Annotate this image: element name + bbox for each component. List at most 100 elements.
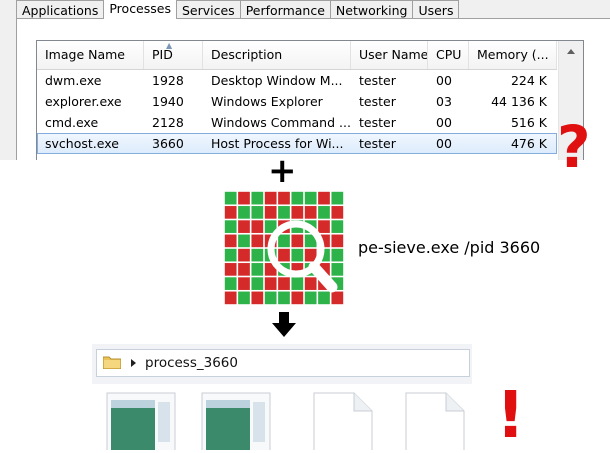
task-manager-window: Applications Processes Services Performa… — [0, 0, 610, 160]
exclamation-mark: ! — [496, 379, 526, 453]
grid-cell — [331, 263, 344, 276]
grid-cell — [331, 191, 344, 205]
cell-pid: 1940 — [152, 94, 184, 109]
cell-user-name: tester — [359, 94, 396, 109]
pe-sieve-command: pe-sieve.exe /pid 3660 — [358, 238, 541, 257]
grid-cell — [264, 291, 277, 305]
grid-cell — [278, 191, 290, 205]
grid-cell — [251, 206, 264, 219]
grid-cell — [251, 277, 264, 290]
grid-cell — [278, 206, 290, 219]
table-row-selected[interactable]: svchost.exe 3660 Host Process for Wi... … — [37, 133, 557, 154]
grid-cell — [224, 191, 237, 205]
table-row[interactable]: dwm.exe 1928 Desktop Window M... tester … — [37, 70, 557, 91]
cell-description: Desktop Window M... — [211, 73, 343, 88]
tab-strip: Applications Processes Services Performa… — [16, 0, 460, 19]
grid-cell — [304, 277, 317, 290]
grid-cell — [331, 220, 344, 233]
grid-cell — [251, 248, 264, 262]
grid-cell — [251, 234, 264, 248]
address-bar[interactable]: process_3660 — [96, 349, 470, 377]
grid-cell — [238, 234, 250, 248]
cell-pid: 3660 — [152, 136, 184, 151]
tab-applications[interactable]: Applications — [16, 0, 105, 19]
breadcrumb-folder[interactable]: process_3660 — [145, 353, 238, 373]
cell-user-name: tester — [359, 136, 396, 151]
cell-cpu: 00 — [436, 115, 452, 130]
grid-cell — [278, 291, 290, 305]
tab-networking[interactable]: Networking — [329, 0, 414, 19]
process-list-header: Image Name ▲ PID Description User Name CP… — [37, 41, 557, 70]
scroll-up-arrow-icon[interactable] — [567, 49, 575, 54]
grid-cell — [251, 191, 264, 205]
grid-cell — [251, 220, 264, 233]
grid-cell — [304, 291, 317, 305]
column-image-name[interactable]: Image Name — [37, 41, 144, 69]
blank-file-icon[interactable] — [400, 392, 470, 450]
grid-cell — [224, 263, 237, 276]
tab-services[interactable]: Services — [175, 0, 241, 19]
grid-cell — [238, 291, 250, 305]
column-cpu[interactable]: CPU — [428, 41, 469, 69]
grid-cell — [278, 277, 290, 290]
grid-cell — [331, 234, 344, 248]
grid-cell — [304, 206, 317, 219]
column-pid[interactable]: ▲ PID — [144, 41, 203, 69]
column-user-name[interactable]: User Name — [351, 41, 428, 69]
grid-cell — [291, 206, 304, 219]
grid-cell — [331, 291, 344, 305]
cell-user-name: tester — [359, 73, 396, 88]
grid-cell — [331, 206, 344, 219]
plus-sign: + — [268, 151, 297, 191]
grid-cell — [238, 277, 250, 290]
grid-cell — [278, 234, 290, 248]
table-row[interactable]: cmd.exe 2128 Windows Command ... tester … — [37, 112, 557, 133]
question-mark: ? — [557, 113, 591, 181]
grid-cell — [291, 234, 304, 248]
pe-sieve-grid-magnifier-icon — [224, 191, 344, 305]
table-row[interactable]: explorer.exe 1940 Windows Explorer teste… — [37, 91, 557, 112]
tab-processes[interactable]: Processes — [103, 0, 177, 19]
grid-cell — [291, 191, 304, 205]
grid-cell — [278, 248, 290, 262]
cell-description: Windows Explorer — [211, 94, 323, 109]
explorer-window: process_3660 — [92, 344, 472, 384]
arrow-down-icon — [272, 312, 296, 337]
image-file-icon[interactable] — [201, 392, 271, 450]
tab-users[interactable]: Users — [412, 0, 460, 19]
cell-pid: 2128 — [152, 115, 184, 130]
grid-cell — [238, 248, 250, 262]
tab-performance[interactable]: Performance — [239, 0, 331, 19]
cell-memory: 44 136 K — [491, 94, 547, 109]
sort-ascending-icon: ▲ — [166, 41, 173, 50]
cell-image-name: explorer.exe — [45, 94, 122, 109]
cell-image-name: dwm.exe — [45, 73, 102, 88]
grid-cell — [224, 220, 237, 233]
folder-icon — [103, 356, 121, 369]
breadcrumb-arrow-icon[interactable] — [131, 359, 136, 367]
image-file-icon[interactable] — [106, 392, 176, 450]
column-memory[interactable]: Memory (... — [469, 41, 557, 69]
cell-memory: 516 K — [510, 115, 547, 130]
grid-cell — [318, 206, 330, 219]
grid-cell — [238, 263, 250, 276]
grid-cell — [318, 220, 330, 233]
grid-cell — [318, 291, 330, 305]
cell-memory: 476 K — [510, 136, 547, 151]
process-list: Image Name ▲ PID Description User Name CP… — [36, 40, 584, 160]
grid-cell — [238, 220, 250, 233]
grid-cell — [304, 191, 317, 205]
grid-cell — [251, 291, 264, 305]
cell-image-name: svchost.exe — [45, 136, 119, 151]
blank-file-icon[interactable] — [308, 392, 378, 450]
grid-cell — [224, 248, 237, 262]
grid-cell — [224, 291, 237, 305]
cell-image-name: cmd.exe — [45, 115, 99, 130]
cell-cpu: 00 — [436, 73, 452, 88]
cell-description: Windows Command ... — [211, 115, 351, 130]
grid-cell — [291, 277, 304, 290]
grid-cell — [238, 206, 250, 219]
column-description[interactable]: Description — [203, 41, 351, 69]
grid-cell — [318, 191, 330, 205]
grid-cell — [331, 248, 344, 262]
